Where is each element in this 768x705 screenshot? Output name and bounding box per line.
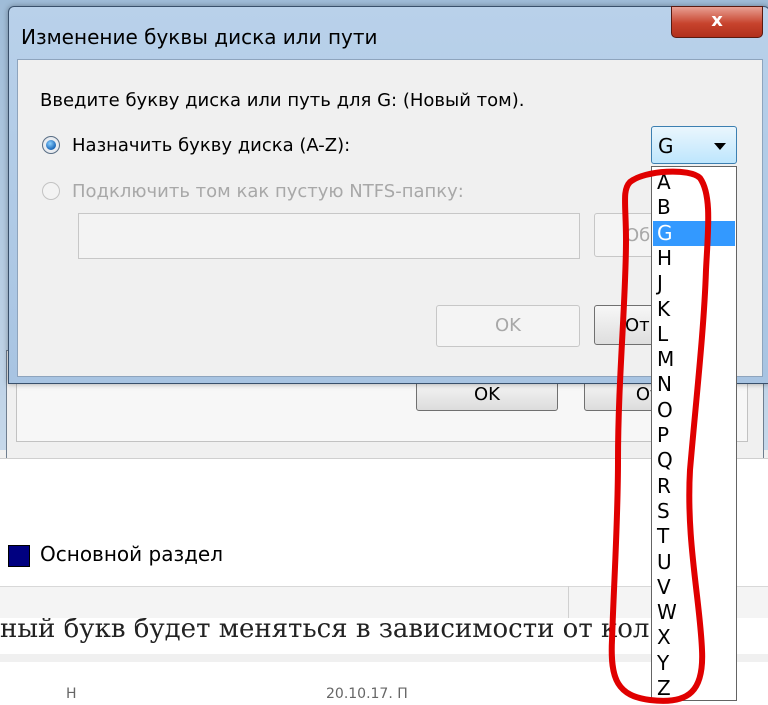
assign-letter-option[interactable]: Назначить букву диска (A-Z): <box>42 132 350 158</box>
drive-letter-option-g[interactable]: G <box>653 220 735 246</box>
close-icon: x <box>711 10 723 31</box>
drive-letter-option-w[interactable]: W <box>653 600 735 625</box>
drive-letter-value: G <box>658 134 674 158</box>
drive-letter-option-s[interactable]: S <box>653 499 735 524</box>
mount-folder-option[interactable]: Подключить том как пустую NTFS-папку: <box>42 178 464 204</box>
drive-letter-option-q[interactable]: Q <box>653 448 735 473</box>
drive-letter-option-b[interactable]: B <box>653 195 735 220</box>
drive-letter-option-z[interactable]: Z <box>653 676 735 701</box>
ok-button[interactable]: OK <box>436 305 580 347</box>
drive-letter-option-y[interactable]: Y <box>653 651 735 676</box>
chevron-down-icon <box>714 143 726 150</box>
drive-letter-option-t[interactable]: T <box>653 524 735 549</box>
drive-letter-dropdown-list[interactable]: ABGHJKLMNOPQRSTUVWXYZ <box>651 166 737 701</box>
dialog-titlebar[interactable]: Изменение буквы диска или пути x <box>9 6 768 59</box>
drive-letter-select[interactable]: G <box>651 126 737 164</box>
drive-letter-option-r[interactable]: R <box>653 474 735 499</box>
drive-letter-option-v[interactable]: V <box>653 575 735 600</box>
drive-letter-option-k[interactable]: K <box>653 297 735 322</box>
drive-letter-option-a[interactable]: A <box>653 170 735 195</box>
drive-letter-option-o[interactable]: O <box>653 398 735 423</box>
drive-letter-option-h[interactable]: H <box>653 246 735 271</box>
drive-letter-option-u[interactable]: U <box>653 550 735 575</box>
mount-folder-label: Подключить том как пустую NTFS-папку: <box>72 180 464 202</box>
legend-label: Основной раздел <box>40 542 224 566</box>
drive-letter-option-j[interactable]: J <box>653 271 735 296</box>
bottom-text-1: Н <box>66 686 77 702</box>
drive-letter-option-x[interactable]: X <box>653 625 735 650</box>
drive-letter-option-m[interactable]: M <box>653 347 735 372</box>
drive-letter-option-l[interactable]: L <box>653 322 735 347</box>
close-button[interactable]: x <box>671 6 763 38</box>
folder-path-input[interactable] <box>78 213 580 259</box>
dialog-prompt: Введите букву диска или путь для G: (Нов… <box>40 90 525 111</box>
assign-letter-radio[interactable] <box>42 136 60 154</box>
primary-partition-swatch <box>8 545 30 567</box>
dialog-title: Изменение буквы диска или пути <box>21 25 378 49</box>
assign-letter-label: Назначить букву диска (A-Z): <box>72 134 351 156</box>
bottom-text-2: 20.10.17. П <box>326 686 408 702</box>
drive-letter-option-n[interactable]: N <box>653 372 735 397</box>
mount-folder-radio[interactable] <box>42 182 60 200</box>
drive-letter-option-p[interactable]: P <box>653 423 735 448</box>
